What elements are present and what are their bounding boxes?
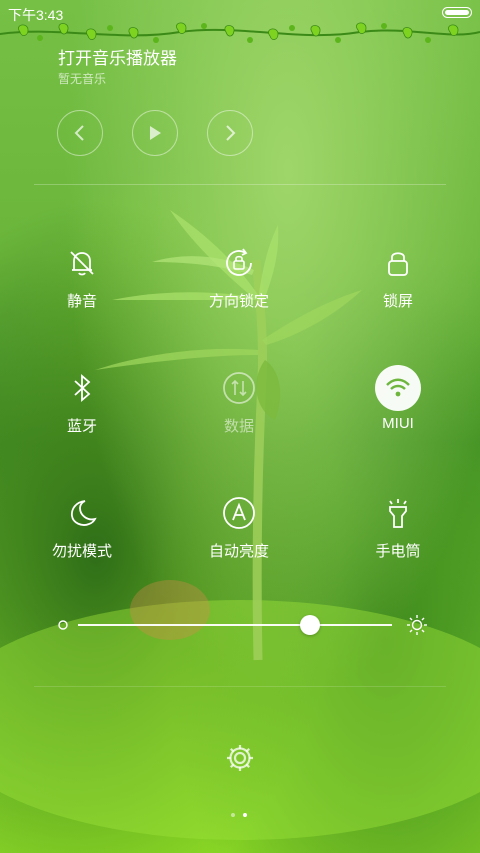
chevron-left-icon [74,125,84,141]
toggle-do-not-disturb[interactable]: 勿扰模式 [27,490,137,570]
brightness-high-icon [407,615,427,635]
toggle-mobile-data[interactable]: 数据 [184,365,294,445]
chevron-right-icon [226,125,236,141]
toggle-lock-screen[interactable]: 锁屏 [343,240,453,320]
toggle-flashlight[interactable]: 手电筒 [343,490,453,570]
settings-gear-icon[interactable] [224,742,256,774]
toggle-flashlight-label: 手电筒 [375,543,421,560]
bell-off-icon [59,240,105,286]
toggle-bluetooth[interactable]: 蓝牙 [27,365,137,445]
divider [34,686,446,687]
lock-icon [375,240,421,286]
toggle-bluetooth-label: 蓝牙 [66,418,97,435]
toggle-wifi[interactable]: MIUI [343,365,453,445]
toggle-do-not-disturb-label: 勿扰模式 [51,543,112,560]
battery-icon [442,7,472,18]
divider [34,184,446,185]
wifi-icon [375,365,421,411]
moon-icon [59,490,105,536]
toggle-lock-screen-label: 锁屏 [382,293,413,310]
toggle-mobile-data-label: 数据 [223,418,254,435]
toggle-auto-brightness[interactable]: 自动亮度 [184,490,294,570]
music-player-title[interactable]: 打开音乐播放器 [58,44,177,69]
auto-brightness-icon [216,490,262,536]
toggle-rotation-lock[interactable]: 方向锁定 [184,240,294,320]
brightness-knob[interactable] [300,615,321,635]
mobile-data-icon [216,365,262,411]
toggle-wifi-label: MIUI [382,415,414,432]
flashlight-icon [375,490,421,536]
next-button[interactable] [207,110,253,156]
page-dot-1 [231,813,235,817]
play-button[interactable] [132,110,178,156]
previous-button[interactable] [57,110,103,156]
brightness-track[interactable] [78,624,392,626]
page-indicator [229,811,253,819]
toggle-rotation-lock-label: 方向锁定 [208,293,269,310]
toggle-mute-label: 静音 [66,293,97,310]
music-status: 暂无音乐 [58,72,107,86]
page-dot-2 [243,813,247,817]
bluetooth-icon [59,365,105,411]
play-icon [150,126,161,140]
brightness-slider[interactable] [56,612,428,638]
toggle-auto-brightness-label: 自动亮度 [208,543,269,560]
rotation-lock-icon [216,240,262,286]
brightness-low-icon [58,620,68,630]
toggle-mute[interactable]: 静音 [27,240,137,320]
